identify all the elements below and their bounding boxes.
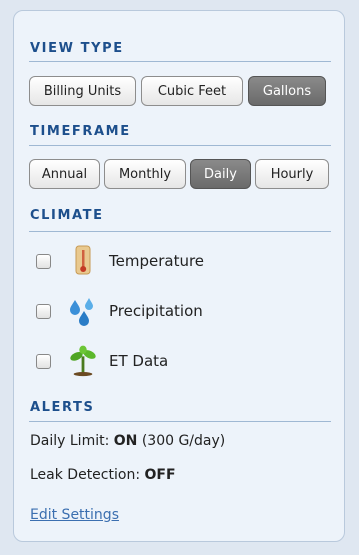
et-data-checkbox[interactable] [36,353,51,369]
timeframe-divider [29,145,331,146]
plant-icon [69,344,97,378]
climate-item-temperature[interactable]: Temperature [36,243,204,279]
daily-limit-status: ON [113,433,138,449]
precipitation-checkbox[interactable] [36,303,51,319]
leak-detection-line: Leak Detection: OFF [30,467,176,483]
thermometer-icon [69,244,97,278]
alerts-divider [29,421,331,422]
sidebar-panel: VIEW TYPE Billing Units Cubic Feet Gallo… [13,10,345,542]
climate-item-et-data[interactable]: ET Data [36,343,168,379]
daily-limit-label: Daily Limit: [30,433,110,449]
precipitation-label: Precipitation [109,302,203,320]
temperature-checkbox[interactable] [36,253,51,269]
view-type-gallons-button[interactable]: Gallons [248,76,326,106]
daily-limit-value: (300 G/day) [141,433,226,449]
edit-settings-link[interactable]: Edit Settings [30,507,119,523]
daily-limit-line: Daily Limit: ON (300 G/day) [30,433,225,449]
timeframe-daily-button[interactable]: Daily [190,159,251,189]
view-type-cubic-feet-button[interactable]: Cubic Feet [141,76,243,106]
view-type-billing-units-button[interactable]: Billing Units [29,76,136,106]
raindrops-icon [69,294,97,328]
leak-detection-label: Leak Detection: [30,467,141,483]
view-type-heading: VIEW TYPE [30,41,124,56]
leak-detection-status: OFF [144,467,176,483]
climate-item-precipitation[interactable]: Precipitation [36,293,203,329]
timeframe-monthly-button[interactable]: Monthly [104,159,186,189]
alerts-heading: ALERTS [30,400,95,415]
view-type-divider [29,61,331,62]
et-data-label: ET Data [109,352,169,370]
climate-heading: CLIMATE [30,208,104,223]
timeframe-heading: TIMEFRAME [30,124,131,139]
climate-divider [29,231,331,232]
temperature-label: Temperature [109,252,205,270]
timeframe-annual-button[interactable]: Annual [29,159,100,189]
timeframe-hourly-button[interactable]: Hourly [255,159,329,189]
